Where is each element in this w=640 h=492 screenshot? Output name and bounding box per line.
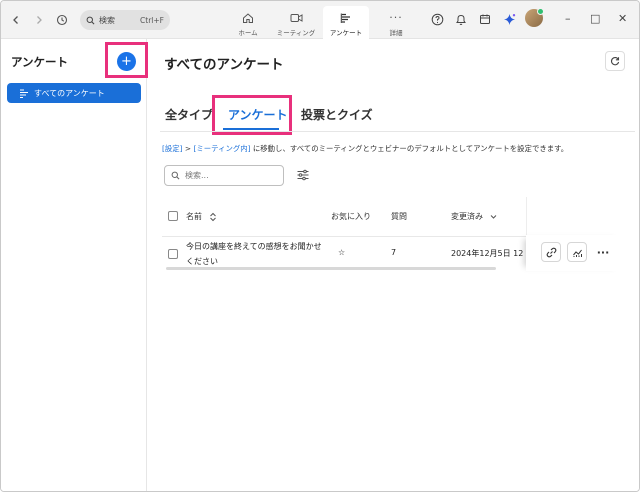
favorite-star-icon[interactable]: ☆ xyxy=(338,248,345,257)
chart-icon xyxy=(572,249,582,257)
tab-meetings[interactable]: ミーティング xyxy=(273,6,319,39)
info-body: に移動し、すべてのミーティングとウェビナーのデフォルトとしてアンケートを設定でき… xyxy=(250,144,569,153)
tab-polls-quizzes[interactable]: 投票とクイズ xyxy=(301,106,373,123)
highlight-box-tab xyxy=(212,95,292,135)
poll-search-input[interactable]: 検索... xyxy=(164,165,284,186)
tab-divider xyxy=(160,131,635,132)
search-icon xyxy=(86,16,95,24)
info-text: [設定] > [ミーティング内] に移動し、すべてのミーティングとウェビナーのデ… xyxy=(162,143,568,154)
search-icon xyxy=(171,171,180,180)
column-header-name[interactable]: 名前 xyxy=(186,211,217,222)
tab-home-label: ホーム xyxy=(238,29,258,37)
page-title: すべてのアンケート xyxy=(164,57,284,73)
column-header-favorite[interactable]: お気に入り xyxy=(331,211,371,222)
tab-more[interactable]: ··· 詳細 xyxy=(373,6,419,39)
more-actions-icon[interactable]: ··· xyxy=(593,242,613,262)
sidebar-title: アンケート xyxy=(11,55,69,69)
poll-name[interactable]: 今日の講座を終えての感想をお聞かせください xyxy=(186,239,322,269)
forward-icon[interactable] xyxy=(30,11,48,29)
add-poll-button[interactable]: + xyxy=(117,52,136,71)
app-window: 検索 Ctrl+F ホーム ミーティング アンケート ··· 詳細 – □ ✕ … xyxy=(0,0,640,492)
column-name-label: 名前 xyxy=(186,212,202,221)
search-bar[interactable]: 検索 Ctrl+F xyxy=(80,10,170,30)
more-icon: ··· xyxy=(389,11,403,24)
video-icon xyxy=(290,11,303,24)
column-header-modified[interactable]: 変更済み xyxy=(451,211,497,222)
back-icon[interactable] xyxy=(7,11,25,29)
sort-icon xyxy=(209,212,216,221)
modified-date: 2024年12月5日 12 xyxy=(451,249,524,258)
row-checkbox[interactable] xyxy=(168,249,178,259)
maximize-button[interactable]: □ xyxy=(590,12,600,25)
question-count: 7 xyxy=(391,248,397,257)
row-divider xyxy=(162,236,526,237)
history-icon[interactable] xyxy=(53,11,71,29)
tab-all-types[interactable]: 全タイプ xyxy=(165,106,213,123)
filter-icon[interactable] xyxy=(296,168,310,182)
poll-icon xyxy=(340,11,352,24)
in-meeting-link[interactable]: [ミーティング内] xyxy=(193,144,250,153)
sidebar-item-all-polls[interactable]: すべてのアンケート xyxy=(7,83,141,103)
info-separator: > xyxy=(182,144,194,153)
search-placeholder: 検索 xyxy=(99,15,115,25)
chevron-down-icon xyxy=(490,214,496,219)
close-button[interactable]: ✕ xyxy=(618,12,627,25)
select-all-checkbox[interactable] xyxy=(168,211,178,221)
sidebar-item-label: すべてのアンケート xyxy=(34,88,105,98)
column-modified-label: 変更済み xyxy=(451,212,483,221)
row-actions: ··· xyxy=(526,235,624,271)
avatar[interactable] xyxy=(525,8,544,27)
presence-status-icon xyxy=(537,8,544,15)
tab-home[interactable]: ホーム xyxy=(225,6,271,39)
tab-polls[interactable]: アンケート xyxy=(323,6,369,39)
search-placeholder: 検索... xyxy=(185,171,209,180)
top-toolbar: 検索 Ctrl+F ホーム ミーティング アンケート ··· 詳細 – □ ✕ xyxy=(1,1,639,39)
minimize-button[interactable]: – xyxy=(565,12,571,25)
poll-list-icon xyxy=(20,88,28,98)
tab-meetings-label: ミーティング xyxy=(276,29,316,37)
home-icon xyxy=(242,11,254,24)
column-header-questions[interactable]: 質問 xyxy=(391,211,407,222)
bell-icon[interactable] xyxy=(453,11,469,27)
settings-link[interactable]: [設定] xyxy=(162,144,183,153)
sidebar: アンケート + すべてのアンケート xyxy=(1,39,148,491)
link-icon xyxy=(546,247,556,257)
ai-sparkle-icon[interactable] xyxy=(501,11,517,27)
tab-polls-label: アンケート xyxy=(329,29,363,37)
search-shortcut: Ctrl+F xyxy=(140,15,164,25)
horizontal-scrollbar[interactable] xyxy=(166,267,496,270)
tab-more-label: 詳細 xyxy=(389,29,403,37)
copy-link-button[interactable] xyxy=(541,242,561,262)
help-icon[interactable] xyxy=(429,11,445,27)
results-button[interactable] xyxy=(567,242,587,262)
calendar-icon[interactable] xyxy=(477,11,493,27)
refresh-button[interactable] xyxy=(605,51,625,71)
refresh-icon xyxy=(610,57,620,66)
main-panel: すべてのアンケート 全タイプ アンケート 投票とクイズ [設定] > [ミーティ… xyxy=(148,39,639,491)
